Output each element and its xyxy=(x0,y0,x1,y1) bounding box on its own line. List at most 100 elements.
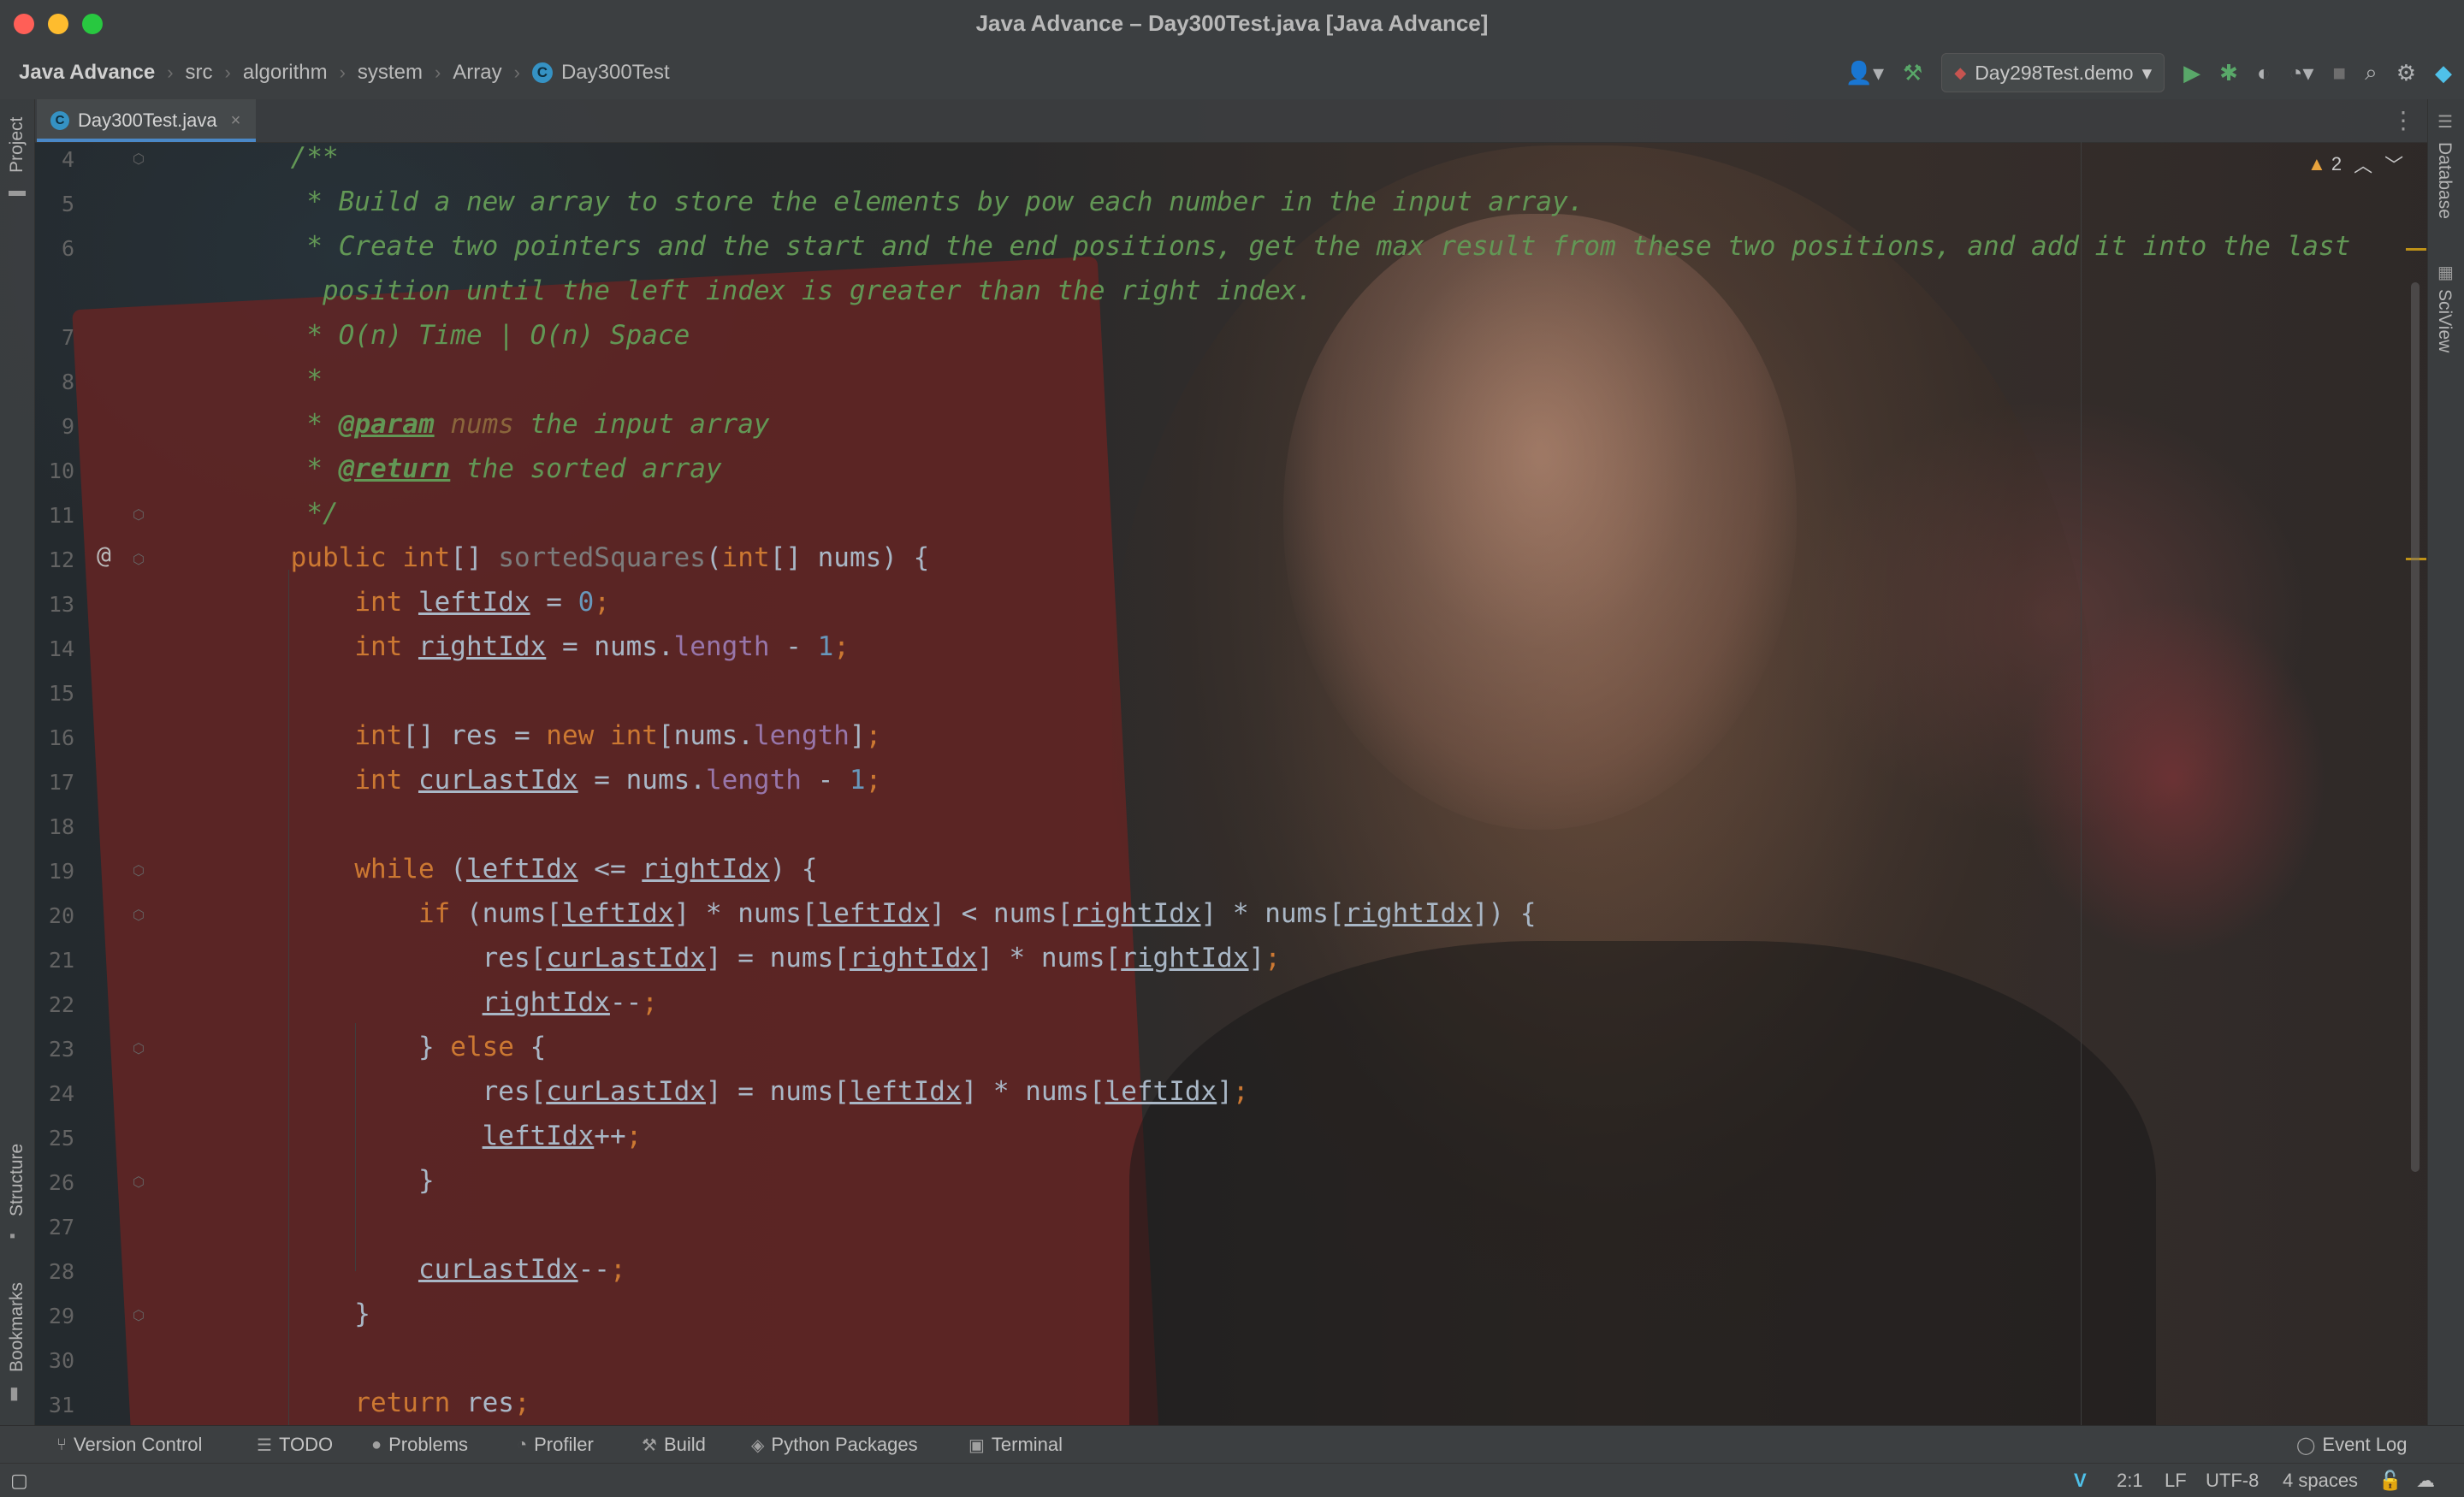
chevron-down-icon: ▾ xyxy=(2141,61,2153,84)
ide-window: Java Advance – Day300Test.java [Java Adv… xyxy=(0,0,2464,1497)
build-tab[interactable]: ⚒ Build xyxy=(642,1426,706,1464)
code-line: curLastIdx--; xyxy=(418,1254,626,1285)
file-encoding[interactable]: UTF-8 xyxy=(2206,1464,2259,1497)
git-user-icon[interactable]: 👤▾ xyxy=(1845,60,1884,86)
plugin-icon[interactable]: ◆ xyxy=(2435,60,2452,86)
problems-tab[interactable]: ● Problems xyxy=(371,1426,468,1464)
fold-icon[interactable]: ⬡ xyxy=(133,506,146,523)
lock-icon[interactable]: 🔓 xyxy=(2378,1464,2402,1497)
coverage-icon[interactable]: ◐ xyxy=(2257,60,2271,86)
code-line: public int[] sortedSquares(int[] nums) { xyxy=(290,542,930,573)
line-number: 20 xyxy=(48,903,74,928)
line-number: 10 xyxy=(48,459,74,483)
code-line: * @param nums the input array xyxy=(227,409,770,440)
todo-tab[interactable]: ☰ TODO xyxy=(257,1426,333,1464)
database-tool-button[interactable]: Database xyxy=(2434,142,2455,219)
chevron-right-icon: › xyxy=(434,62,441,83)
terminal-tab[interactable]: ▣ Terminal xyxy=(968,1426,1063,1464)
folder-icon: ▬ xyxy=(9,181,26,200)
event-log-tab[interactable]: ◯ Event Log xyxy=(2296,1426,2407,1464)
version-control-tab[interactable]: ⑂ Version Control xyxy=(56,1426,202,1464)
stop-icon[interactable]: ■ xyxy=(2332,60,2346,86)
structure-tool-button[interactable]: Structure xyxy=(7,1144,27,1216)
override-annotation-icon[interactable]: @ xyxy=(97,541,111,569)
class-icon: C xyxy=(50,111,69,130)
code-line: res[curLastIdx] = nums[leftIdx] * nums[l… xyxy=(227,1076,1249,1107)
info-icon: ● xyxy=(371,1435,382,1454)
editor-gutter: 4 5 6 7 8 9 10 11 12 13 14 15 16 17 18 1… xyxy=(35,142,155,1425)
line-number: 8 xyxy=(61,370,74,394)
warning-count: 2 xyxy=(2331,153,2343,175)
title-bar: Java Advance – Day300Test.java [Java Adv… xyxy=(0,0,2464,47)
breadcrumb-algorithm[interactable]: algorithm xyxy=(243,61,328,85)
bookmark-icon: ▮ xyxy=(9,1384,20,1403)
profiler-tab[interactable]: ◔ Profiler xyxy=(517,1426,594,1464)
code-line: * @return the sorted array xyxy=(227,453,722,484)
breadcrumb-project[interactable]: Java Advance xyxy=(19,61,155,85)
breadcrumb-src[interactable]: src xyxy=(186,61,213,85)
bookmarks-tool-button[interactable]: Bookmarks xyxy=(7,1282,27,1372)
search-icon[interactable]: ⌕ xyxy=(2365,59,2378,86)
line-number: 4 xyxy=(61,147,74,172)
fold-icon[interactable]: ⬡ xyxy=(133,862,146,879)
sciview-tool-button[interactable]: SciView xyxy=(2434,289,2455,352)
vertical-scrollbar[interactable] xyxy=(2411,282,2420,1172)
breadcrumb-class[interactable]: C Day300Test xyxy=(531,61,670,85)
line-number: 9 xyxy=(61,414,74,439)
line-number: 6 xyxy=(61,236,74,261)
python-packages-tab[interactable]: ◈ Python Packages xyxy=(751,1426,918,1464)
navigation-bar: Java Advance › src › algorithm › system … xyxy=(0,46,2464,100)
line-separator[interactable]: LF xyxy=(2165,1464,2187,1497)
code-line: } xyxy=(227,1299,370,1329)
code-line: * Create two pointers and the start and … xyxy=(227,231,2351,262)
sciview-icon: ▦ xyxy=(2437,263,2454,282)
fold-icon[interactable]: ⬡ xyxy=(133,1174,146,1190)
fold-icon[interactable]: ⬡ xyxy=(133,551,146,567)
vue-plugin-icon[interactable]: V xyxy=(2074,1464,2087,1497)
line-number: 5 xyxy=(61,192,74,216)
memory-indicator-icon[interactable]: ☁ xyxy=(2416,1464,2435,1497)
indent-setting[interactable]: 4 spaces xyxy=(2283,1464,2358,1497)
tab-day300test[interactable]: C Day300Test.java × xyxy=(37,99,257,142)
toggle-tool-windows-icon[interactable]: ▢ xyxy=(10,1464,28,1497)
line-number: 21 xyxy=(48,948,74,973)
close-tab-icon[interactable]: × xyxy=(231,111,241,131)
caret-position[interactable]: 2:1 xyxy=(2117,1464,2143,1497)
code-line: * O(n) Time | O(n) Space xyxy=(227,320,690,351)
chevron-right-icon: › xyxy=(224,62,231,83)
code-line: * Build a new array to store the element… xyxy=(227,186,1584,217)
line-number: 19 xyxy=(48,859,74,884)
tool-window-bar: ⑂ Version Control ☰ TODO ● Problems ◔ Profil… xyxy=(0,1425,2464,1464)
more-options-icon[interactable]: ⋮ xyxy=(2391,106,2415,134)
run-icon[interactable]: ▶ xyxy=(2183,60,2200,86)
run-configuration-select[interactable]: ◆ Day298Test.demo ▾ xyxy=(1941,53,2165,92)
code-line: } else { xyxy=(227,1032,547,1062)
debug-icon[interactable]: ✱ xyxy=(2219,60,2238,86)
profile-icon[interactable]: ◔▾ xyxy=(2289,60,2314,86)
code-line: /** xyxy=(227,142,339,173)
fold-icon[interactable]: ⬡ xyxy=(133,151,146,167)
editor-tab-bar: C Day300Test.java × ⋮ xyxy=(35,99,2427,143)
inspection-widget[interactable]: ▲ 2 ︿ ﹀ xyxy=(2307,151,2403,178)
fold-icon[interactable]: ⬡ xyxy=(133,907,146,923)
line-number: 15 xyxy=(48,681,74,706)
hammer-icon[interactable]: ⚒ xyxy=(1903,60,1922,86)
breadcrumb-array[interactable]: Array xyxy=(453,61,501,85)
project-tool-button[interactable]: Project xyxy=(7,117,27,173)
fold-icon[interactable]: ⬡ xyxy=(133,1307,146,1323)
line-number: 12 xyxy=(48,547,74,572)
code-editor[interactable]: /** * Build a new array to store the ele… xyxy=(227,142,2383,1425)
previous-highlight-icon[interactable]: ︿ xyxy=(2354,151,2372,178)
next-highlight-icon[interactable]: ﹀ xyxy=(2384,151,2403,178)
settings-icon[interactable]: ⚙ xyxy=(2396,60,2416,86)
warning-stripe[interactable] xyxy=(2406,248,2426,251)
breadcrumb-system[interactable]: system xyxy=(358,61,423,85)
fold-icon[interactable]: ⬡ xyxy=(133,1040,146,1056)
code-line: int curLastIdx = nums.length - 1; xyxy=(354,765,882,796)
terminal-icon: ▣ xyxy=(968,1435,985,1455)
line-number: 23 xyxy=(48,1037,74,1062)
code-line: leftIdx++; xyxy=(482,1121,643,1151)
line-number: 31 xyxy=(48,1393,74,1417)
speech-bubble-icon: ◯ xyxy=(2296,1435,2316,1455)
line-number: 24 xyxy=(48,1081,74,1106)
